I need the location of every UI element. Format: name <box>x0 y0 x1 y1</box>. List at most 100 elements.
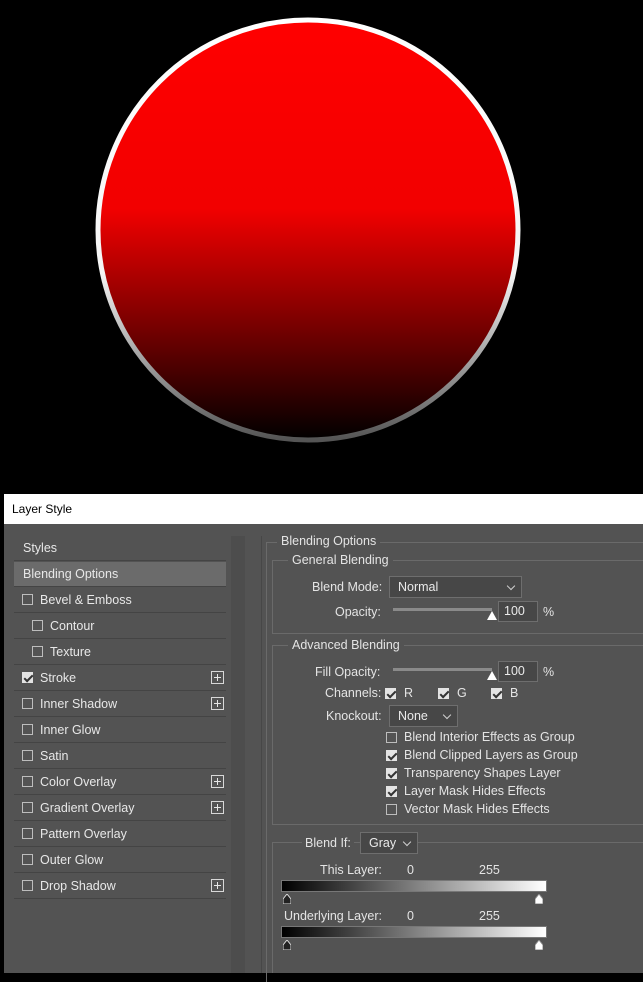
fill-opacity-slider-thumb[interactable] <box>487 671 497 680</box>
opacity-label: Opacity: <box>335 605 381 619</box>
underlying-layer-label: Underlying Layer: <box>284 909 382 923</box>
style-item-stroke[interactable]: Stroke <box>14 666 226 691</box>
blend-clipped-checkbox[interactable] <box>386 750 397 761</box>
vector-mask-hides-label: Vector Mask Hides Effects <box>404 802 550 816</box>
style-item-color-overlay[interactable]: Color Overlay <box>14 770 226 795</box>
blend-clipped-label: Blend Clipped Layers as Group <box>404 748 578 762</box>
style-item-label: Inner Glow <box>40 723 101 737</box>
blend-if-select[interactable]: Gray <box>360 832 418 854</box>
chevron-down-icon <box>506 581 516 591</box>
opacity-slider-track[interactable] <box>393 608 492 611</box>
fill-opacity-slider-track[interactable] <box>393 668 492 671</box>
underlying-layer-black-stop[interactable] <box>283 940 291 950</box>
style-item-label: Pattern Overlay <box>40 827 127 841</box>
dialog-titlebar: Layer Style <box>4 494 643 524</box>
canvas-preview <box>0 0 643 494</box>
knockout-value: None <box>398 709 428 723</box>
fill-opacity-percent: % <box>543 665 555 679</box>
blend-mode-label: Blend Mode: <box>312 580 383 594</box>
this-layer-max: 255 <box>479 863 500 877</box>
channel-b-label: B <box>510 686 519 700</box>
fill-opacity-input[interactable]: 100 <box>498 661 538 682</box>
chevron-down-icon <box>402 837 412 847</box>
add-stroke-icon[interactable] <box>211 671 224 684</box>
general-blending-title: General Blending <box>288 553 393 567</box>
transparency-shapes-label: Transparency Shapes Layer <box>404 766 561 780</box>
style-item-contour[interactable]: Contour <box>14 614 226 639</box>
style-item-label: Color Overlay <box>40 775 117 789</box>
this-layer-min: 0 <box>407 863 414 877</box>
style-item-outer-glow[interactable]: Outer Glow <box>14 848 226 873</box>
dialog-title: Layer Style <box>12 502 73 516</box>
style-item-drop-shadow[interactable]: Drop Shadow <box>14 874 226 899</box>
blend-mode-select[interactable]: Normal <box>389 576 522 598</box>
bevel-emboss-checkbox[interactable] <box>22 594 33 605</box>
inner-shadow-checkbox[interactable] <box>22 698 33 709</box>
add-gradient-overlay-icon[interactable] <box>211 801 224 814</box>
styles-header-label: Styles <box>23 541 58 555</box>
channel-r-label: R <box>404 686 414 700</box>
style-item-pattern-overlay[interactable]: Pattern Overlay <box>14 822 226 847</box>
knockout-label: Knockout: <box>326 709 382 723</box>
style-item-label: Satin <box>40 749 69 763</box>
fill-opacity-label: Fill Opacity: <box>315 665 381 679</box>
layer-mask-hides-label: Layer Mask Hides Effects <box>404 784 546 798</box>
channel-r-checkbox[interactable] <box>385 688 396 699</box>
panel-divider <box>261 536 262 973</box>
outer-glow-checkbox[interactable] <box>22 854 33 865</box>
this-layer-gradient-bar[interactable] <box>281 880 547 892</box>
style-list: Styles Blending Options Bevel & Emboss C… <box>14 536 226 973</box>
opacity-percent: % <box>543 605 555 619</box>
blend-if-value: Gray <box>369 836 397 850</box>
this-layer-white-stop[interactable] <box>535 894 543 904</box>
style-item-label: Outer Glow <box>40 853 104 867</box>
inner-glow-checkbox[interactable] <box>22 724 33 735</box>
style-item-label: Blending Options <box>23 567 119 581</box>
blending-options-title: Blending Options <box>277 534 381 548</box>
this-layer-label: This Layer: <box>320 863 382 877</box>
add-inner-shadow-icon[interactable] <box>211 697 224 710</box>
channel-b-checkbox[interactable] <box>491 688 502 699</box>
red-circle-artwork <box>95 17 521 443</box>
add-drop-shadow-icon[interactable] <box>211 879 224 892</box>
pattern-overlay-checkbox[interactable] <box>22 828 33 839</box>
transparency-shapes-checkbox[interactable] <box>386 768 397 779</box>
stroke-checkbox[interactable] <box>22 672 33 683</box>
style-item-label: Bevel & Emboss <box>40 593 132 607</box>
style-item-blending-options[interactable]: Blending Options <box>14 562 226 587</box>
underlying-layer-white-stop[interactable] <box>535 940 543 950</box>
texture-checkbox[interactable] <box>32 646 43 657</box>
knockout-select[interactable]: None <box>389 705 458 727</box>
style-list-scrollbar[interactable] <box>231 536 245 973</box>
underlying-layer-max: 255 <box>479 909 500 923</box>
vector-mask-hides-checkbox[interactable] <box>386 804 397 815</box>
chevron-down-icon <box>442 710 452 720</box>
blend-if-label: Blend If: <box>302 836 354 850</box>
satin-checkbox[interactable] <box>22 750 33 761</box>
contour-checkbox[interactable] <box>32 620 43 631</box>
layer-mask-hides-checkbox[interactable] <box>386 786 397 797</box>
add-color-overlay-icon[interactable] <box>211 775 224 788</box>
style-item-texture[interactable]: Texture <box>14 640 226 665</box>
opacity-slider-thumb[interactable] <box>487 611 497 620</box>
channels-label: Channels: <box>325 686 382 700</box>
this-layer-black-stop[interactable] <box>283 894 291 904</box>
gradient-overlay-checkbox[interactable] <box>22 802 33 813</box>
underlying-layer-min: 0 <box>407 909 414 923</box>
style-item-label: Stroke <box>40 671 77 685</box>
style-item-inner-glow[interactable]: Inner Glow <box>14 718 226 743</box>
style-item-gradient-overlay[interactable]: Gradient Overlay <box>14 796 226 821</box>
style-item-bevel-emboss[interactable]: Bevel & Emboss <box>14 588 226 613</box>
advanced-blending-title: Advanced Blending <box>288 638 404 652</box>
channel-g-checkbox[interactable] <box>438 688 449 699</box>
blend-if-group <box>272 842 643 973</box>
opacity-input[interactable]: 100 <box>498 601 538 622</box>
blend-interior-checkbox[interactable] <box>386 732 397 743</box>
underlying-layer-gradient-bar[interactable] <box>281 926 547 938</box>
color-overlay-checkbox[interactable] <box>22 776 33 787</box>
style-item-inner-shadow[interactable]: Inner Shadow <box>14 692 226 717</box>
styles-header[interactable]: Styles <box>14 536 226 561</box>
drop-shadow-checkbox[interactable] <box>22 880 33 891</box>
style-item-satin[interactable]: Satin <box>14 744 226 769</box>
style-item-label: Inner Shadow <box>40 697 118 711</box>
